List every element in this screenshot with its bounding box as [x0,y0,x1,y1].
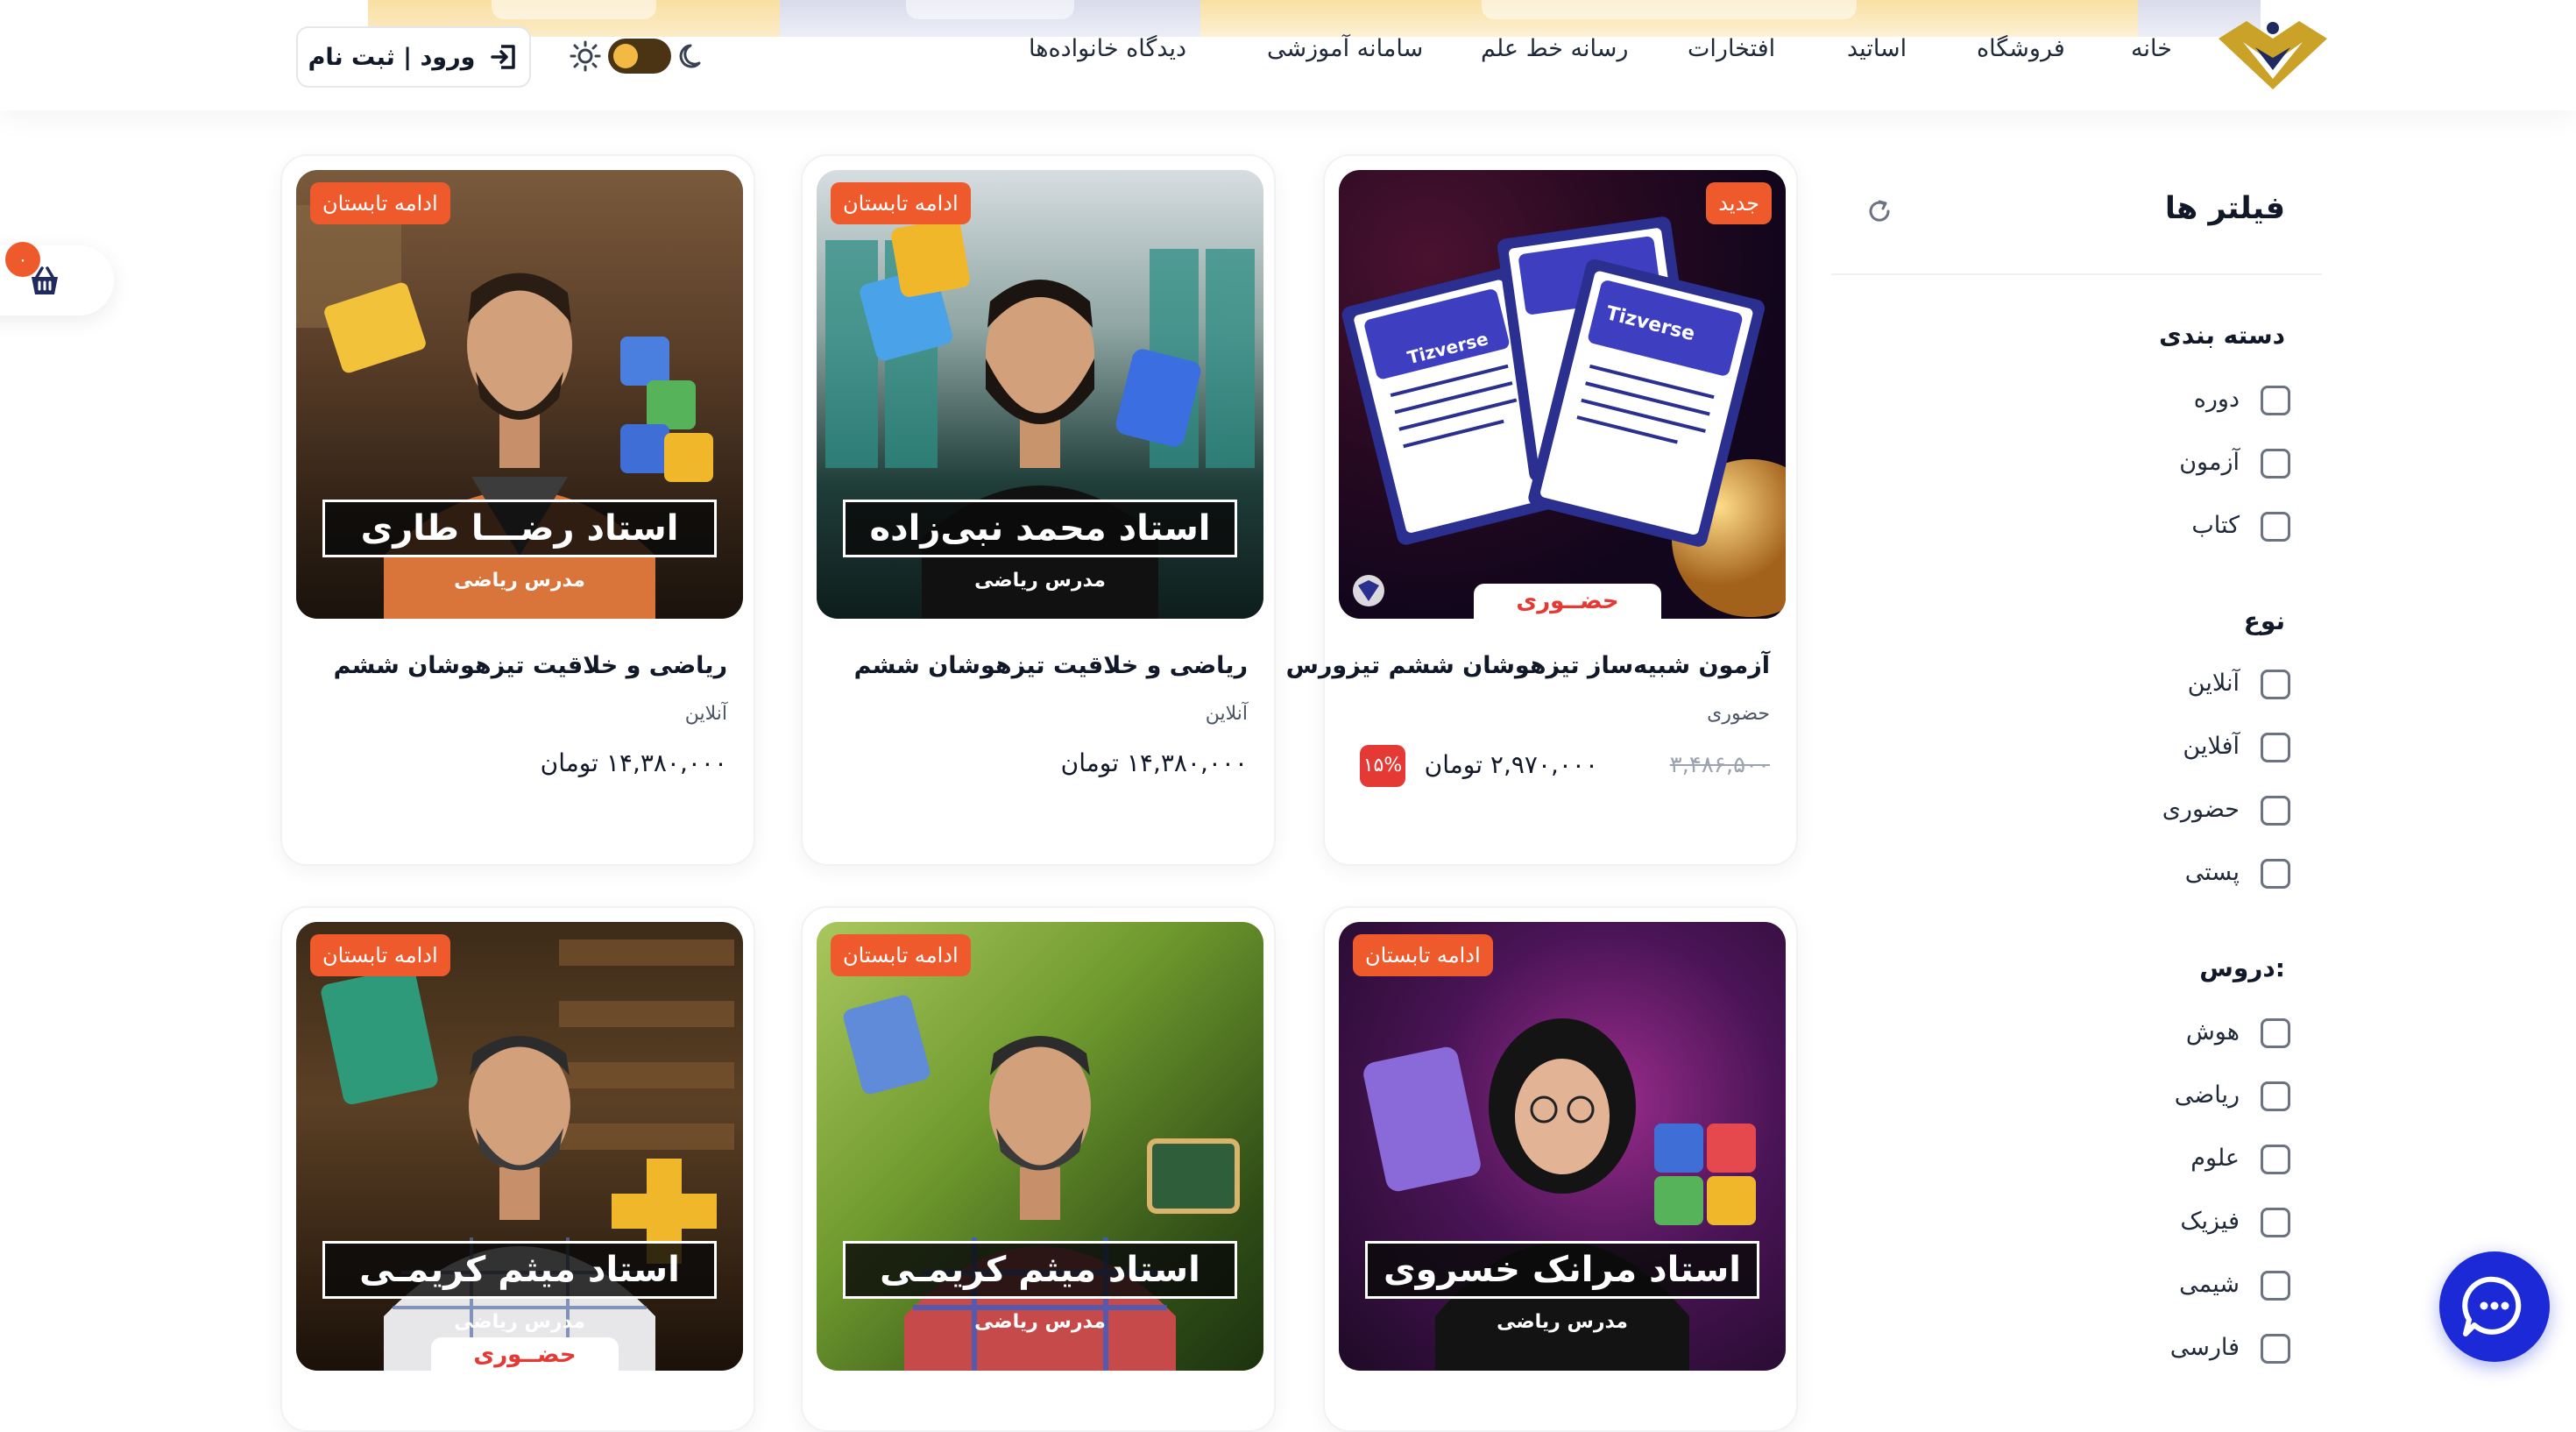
product-image[interactable]: استاد میثم کریمـی مدرس ریاضی ادامه تابست… [817,922,1263,1371]
teacher-subtitle: مدرس ریاضی [454,570,585,592]
checkbox[interactable] [2261,512,2290,542]
filter-group-category: دسته بندی [2159,321,2285,350]
summer-badge: ادامه تابستان [310,182,450,224]
checkbox[interactable] [2261,1018,2290,1048]
discount-badge: ۱۵% [1360,745,1405,787]
teacher-name-banner: استاد محمد نبی‌زاده [843,500,1237,557]
product-image[interactable]: استاد مرانک خسروی مدرس ریاضی ادامه تابست… [1339,922,1786,1371]
filter-option-physics[interactable]: فیزیک [2028,1206,2290,1241]
product-mode: آنلاین [1205,703,1248,725]
checkbox[interactable] [2261,859,2290,889]
teacher-subtitle: مدرس ریاضی [1497,1311,1628,1333]
checkbox[interactable] [2261,1081,2290,1111]
nav-family-reviews[interactable]: دیدگاه خانواده‌ها [1029,35,1186,62]
filter-option-course[interactable]: دوره [2028,384,2290,419]
product-title[interactable]: ریاضی و خلاقیت تیزهوشان ششم [854,652,1248,679]
filter-option-online[interactable]: آنلاین [2028,668,2290,703]
product-image[interactable]: استاد میثم کریمـی مدرس ریاضی حضــوری ادا… [296,922,743,1371]
nav-home[interactable]: خانه [2131,35,2172,62]
basket-icon[interactable] [26,263,63,300]
product-card[interactable]: استاد میثم کریمـی مدرس ریاضی حضــوری ادا… [280,906,755,1432]
login-label: ورود | ثبت نام [308,43,476,71]
product-image[interactable]: استاد رضـــا طاری مدرس ریاضی ادامه تابست… [296,170,743,619]
filter-option-in-person[interactable]: حضوری [2028,794,2290,829]
checkbox[interactable] [2261,386,2290,415]
product-card[interactable]: استاد رضـــا طاری مدرس ریاضی ادامه تابست… [280,154,755,866]
theme-toggle[interactable] [570,35,710,77]
site-logo-icon[interactable] [2212,12,2334,96]
product-title[interactable]: آزمون شبیه‌ساز تیزهوشان ششم تیزورس [1286,652,1770,679]
hero-strip [1200,0,2138,37]
in-person-tab: حضــوری [1474,584,1661,619]
checkbox[interactable] [2261,796,2290,826]
nav-edu-system[interactable]: سامانه آموزشی [1267,35,1423,62]
summer-badge: ادامه تابستان [831,934,971,976]
nav-media[interactable]: رسانه خط علم [1481,35,1628,62]
checkbox[interactable] [2261,670,2290,699]
product-image[interactable]: Tizverse Tizverse حضــوری جدید [1339,170,1786,619]
hero-strip [780,0,1200,37]
site-header: خانه فروشگاه اساتید افتخارات رسانه خط عل… [0,0,2576,110]
teacher-name-banner: استاد رضـــا طاری [322,500,717,557]
filter-option-math[interactable]: ریاضی [2028,1080,2290,1115]
reset-filters-icon[interactable] [1865,196,1894,226]
filters-title: فیلتر ها [2164,191,2285,226]
teacher-name-banner: استاد میثم کریمـی [322,1241,717,1299]
product-title[interactable]: ریاضی و خلاقیت تیزهوشان ششم [334,652,727,679]
teacher-subtitle: مدرس ریاضی [974,1311,1106,1333]
nav-honors[interactable]: افتخارات [1688,35,1775,62]
filter-option-book[interactable]: کتاب [2028,510,2290,545]
login-icon [491,45,516,69]
teacher-subtitle: مدرس ریاضی [974,570,1106,592]
teacher-illustration [843,995,1240,1371]
filter-option-iq[interactable]: هوش [2028,1017,2290,1052]
checkbox[interactable] [2261,1271,2290,1301]
product-image[interactable]: استاد محمد نبی‌زاده مدرس ریاضی ادامه تاب… [817,170,1263,619]
teacher-name-banner: استاد میثم کریمـی [843,1241,1237,1299]
price: ۱۴,۳۸۰,۰۰۰ تومان [1060,748,1248,777]
filter-group-type: نوع [2243,606,2285,635]
exam-books-illustration: Tizverse Tizverse [1341,216,1786,617]
summer-badge: ادامه تابستان [1353,934,1493,976]
sun-icon [570,40,601,72]
filter-option-persian[interactable]: فارسی [2028,1332,2290,1367]
teacher-illustration [1363,1018,1756,1371]
product-card[interactable]: استاد محمد نبی‌زاده مدرس ریاضی ادامه تاب… [801,154,1276,866]
nav-shop[interactable]: فروشگاه [1977,35,2065,62]
price: ۲,۹۷۰,۰۰۰ تومان [1424,750,1598,779]
summer-badge: ادامه تابستان [831,182,971,224]
floating-cart[interactable]: ۰ [0,242,114,315]
in-person-tab: حضــوری [431,1337,619,1371]
summer-badge: ادامه تابستان [310,934,450,976]
new-badge: جدید [1706,182,1772,224]
filter-option-exam[interactable]: آزمون [2028,447,2290,482]
login-register-button[interactable]: ورود | ثبت نام [296,26,531,88]
checkbox[interactable] [2261,449,2290,479]
checkbox[interactable] [2261,733,2290,762]
teacher-name-banner: استاد مرانک خسروی [1365,1241,1759,1299]
product-mode: حضوری [1707,703,1770,725]
checkbox[interactable] [2261,1334,2290,1364]
checkbox[interactable] [2261,1208,2290,1237]
filter-option-postal[interactable]: پستی [2028,857,2290,892]
filter-group-subjects: دروس: [2199,953,2285,982]
product-card[interactable]: استاد میثم کریمـی مدرس ریاضی ادامه تابست… [801,906,1276,1432]
product-card[interactable]: Tizverse Tizverse حضــوری جدید آزمون شبی… [1286,154,1798,866]
chat-icon [2462,1276,2522,1336]
product-card[interactable]: استاد مرانک خسروی مدرس ریاضی ادامه تابست… [1323,906,1798,1432]
filter-option-chemistry[interactable]: شیمی [2028,1269,2290,1304]
nav-teachers[interactable]: اساتید [1847,35,1907,62]
old-price: ۳,۴۸۶,۵۰۰ [1669,752,1770,778]
filter-option-offline[interactable]: آفلاین [2028,731,2290,766]
teacher-subtitle: مدرس ریاضی [454,1311,585,1333]
filter-option-science[interactable]: علوم [2028,1143,2290,1178]
chat-support-button[interactable] [2439,1251,2550,1362]
moon-icon [679,44,701,68]
product-mode: آنلاین [684,703,727,725]
theme-switch[interactable] [608,39,671,74]
price: ۱۴,۳۸۰,۰۰۰ تومان [540,748,727,777]
checkbox[interactable] [2261,1145,2290,1174]
teacher-illustration [321,939,734,1371]
filters-divider [1831,273,2322,275]
